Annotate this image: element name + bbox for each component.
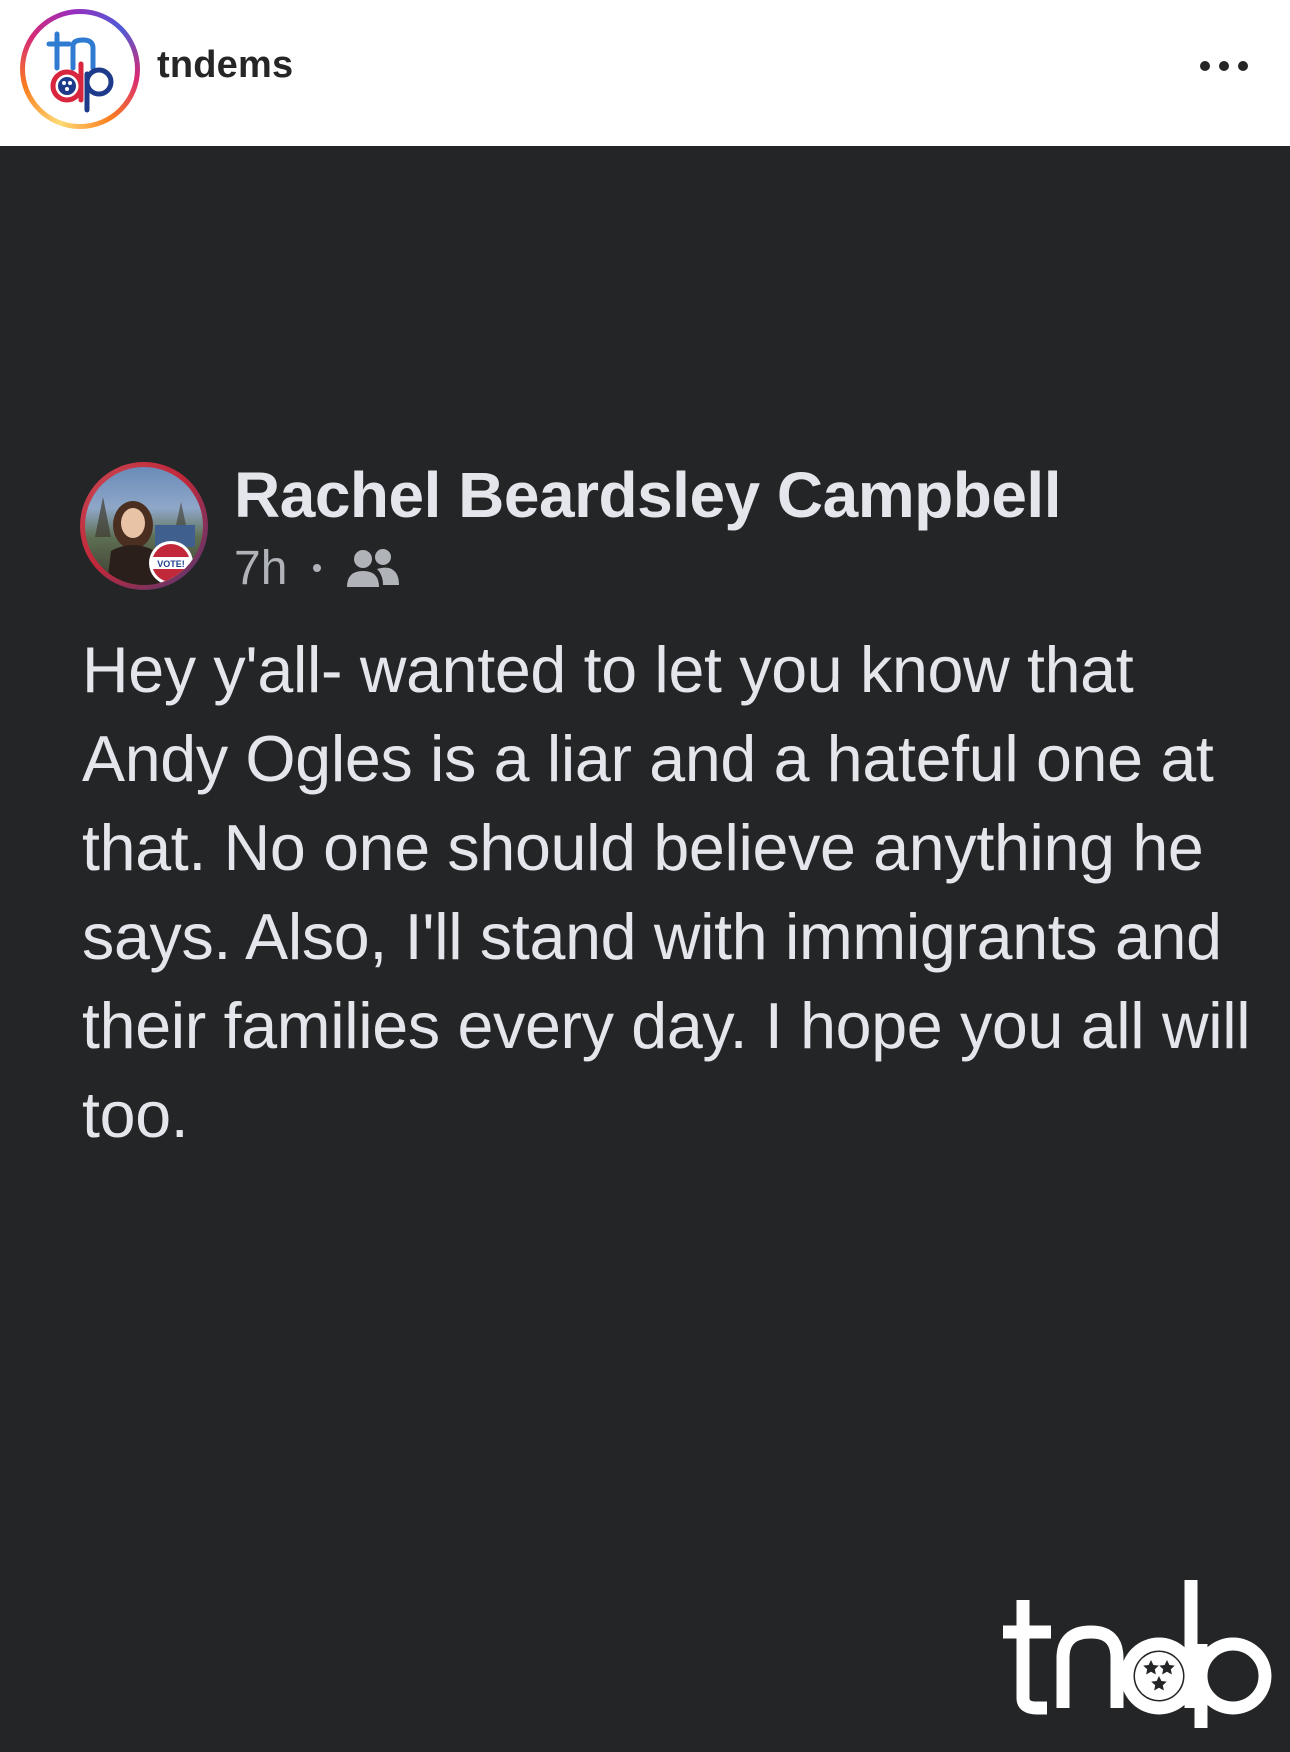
post-meta: 7h: [234, 538, 401, 598]
post-body-text: Hey y'all- wanted to let you know that A…: [82, 634, 1251, 1151]
author-avatar: VOTE!: [80, 462, 208, 590]
tndp-watermark-logo-icon: [1003, 1580, 1272, 1728]
tndp-logo-icon: [46, 31, 114, 113]
friends-icon[interactable]: [343, 543, 401, 593]
post-timestamp[interactable]: 7h: [234, 541, 287, 596]
instagram-post-header: tndems: [0, 0, 1290, 146]
author-photo-illustration: VOTE!: [95, 497, 195, 585]
more-options-icon[interactable]: [1196, 56, 1252, 76]
profile-avatar: [25, 14, 135, 124]
profile-username[interactable]: tndems: [157, 44, 293, 87]
profile-avatar-story-ring[interactable]: [20, 9, 140, 129]
author-name[interactable]: Rachel Beardsley Campbell: [234, 458, 1061, 532]
author-photo: VOTE!: [85, 467, 203, 585]
svg-text:VOTE!: VOTE!: [157, 559, 185, 569]
meta-separator-dot: [313, 564, 322, 572]
